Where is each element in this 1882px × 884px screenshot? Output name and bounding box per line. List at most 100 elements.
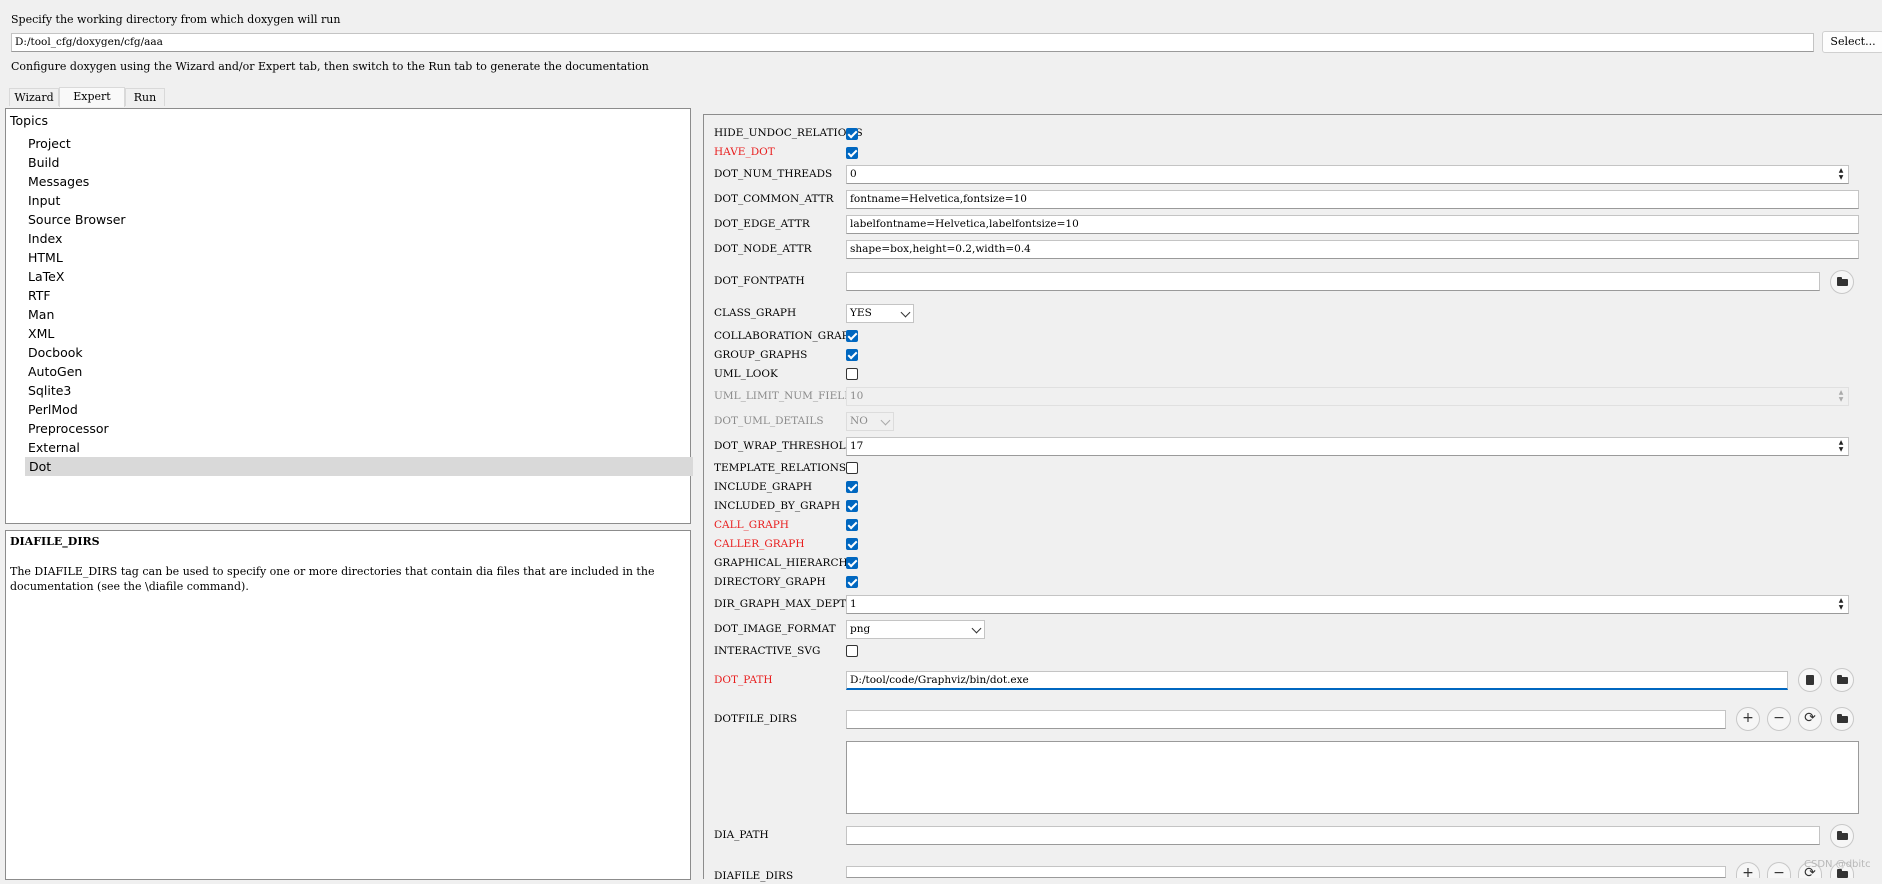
dot-wrap-threshold-label: DOT_WRAP_THRESHOLD	[714, 440, 854, 452]
dot-num-threads-spinbox[interactable]: 0 ▲ ▼	[846, 165, 1849, 184]
dot-path-folder-button[interactable]	[1830, 668, 1854, 692]
topic-man[interactable]: Man	[28, 305, 54, 324]
topic-rtf[interactable]: RTF	[28, 286, 51, 305]
collaboration-graph-label: COLLABORATION_GRAPH	[714, 330, 858, 342]
class-graph-select[interactable]: YES	[846, 304, 914, 323]
dot-edge-attr-label: DOT_EDGE_ATTR	[714, 218, 810, 230]
dir-graph-max-depth-spinbox[interactable]: 1 ▲ ▼	[846, 595, 1849, 614]
tab-run[interactable]: Run	[125, 88, 165, 106]
have-dot-checkbox[interactable]	[846, 147, 858, 159]
class-graph-value: YES	[850, 307, 872, 319]
dot-node-attr-label: DOT_NODE_ATTR	[714, 243, 812, 255]
topic-messages[interactable]: Messages	[28, 172, 89, 191]
diafile-dirs-label: DIAFILE_DIRS	[714, 870, 794, 882]
minus-icon: −	[1773, 865, 1785, 881]
folder-icon	[1837, 869, 1848, 878]
dot-fontpath-input[interactable]	[846, 272, 1820, 291]
diafile-dirs-input[interactable]	[846, 866, 1726, 878]
collaboration-graph-checkbox[interactable]	[846, 330, 858, 342]
tab-wizard[interactable]: Wizard	[9, 88, 59, 106]
dot-node-attr-input[interactable]: shape=box,height=0.2,width=0.4	[846, 240, 1859, 259]
caller-graph-label: CALLER_GRAPH	[714, 538, 805, 550]
dot-fontpath-browse-button[interactable]	[1830, 270, 1854, 294]
uml-look-label: UML_LOOK	[714, 368, 778, 380]
dotfile-dirs-remove-button[interactable]: −	[1767, 707, 1791, 731]
help-text: The DIAFILE_DIRS tag can be used to spec…	[10, 565, 655, 593]
topic-sqlite3[interactable]: Sqlite3	[28, 381, 71, 400]
group-graphs-label: GROUP_GRAPHS	[714, 349, 808, 361]
select-workdir-button[interactable]: Select...	[1822, 31, 1882, 53]
topic-source-browser[interactable]: Source Browser	[28, 210, 126, 229]
spin-arrows-icon: ▲ ▼	[1838, 389, 1844, 403]
topic-xml[interactable]: XML	[28, 324, 54, 343]
topic-autogen[interactable]: AutoGen	[28, 362, 82, 381]
dot-wrap-threshold-spinbox[interactable]: 17 ▲ ▼	[846, 437, 1849, 456]
dot-path-file-button[interactable]	[1798, 668, 1822, 692]
included-by-graph-checkbox[interactable]	[846, 500, 858, 512]
included-by-graph-label: INCLUDED_BY_GRAPH	[714, 500, 841, 512]
template-relations-checkbox[interactable]	[846, 462, 858, 474]
call-graph-checkbox[interactable]	[846, 519, 858, 531]
dot-common-attr-input[interactable]: fontname=Helvetica,fontsize=10	[846, 190, 1859, 209]
graphical-hierarchy-checkbox[interactable]	[846, 557, 858, 569]
spin-arrows-icon[interactable]: ▲ ▼	[1836, 439, 1846, 454]
dot-num-threads-value: 0	[850, 168, 857, 180]
directory-graph-checkbox[interactable]	[846, 576, 858, 588]
uml-look-checkbox[interactable]	[846, 368, 858, 380]
dot-image-format-value: png	[850, 623, 871, 635]
refresh-icon: ⟳	[1804, 710, 1816, 726]
dir-graph-max-depth-value: 1	[850, 598, 857, 610]
hide-undoc-relations-checkbox[interactable]	[846, 128, 858, 140]
folder-icon	[1837, 675, 1848, 684]
topic-input[interactable]: Input	[28, 191, 60, 210]
dot-path-input[interactable]: D:/tool/code/Graphviz/bin/dot.exe	[846, 671, 1788, 690]
interactive-svg-checkbox[interactable]	[846, 645, 858, 657]
spin-arrows-icon[interactable]: ▲ ▼	[1836, 167, 1846, 182]
uml-limit-num-fields-value: 10	[850, 390, 864, 402]
topic-html[interactable]: HTML	[28, 248, 63, 267]
chevron-down-icon	[880, 415, 891, 426]
topic-latex[interactable]: LaTeX	[28, 267, 64, 286]
dot-image-format-select[interactable]: png	[846, 620, 985, 639]
dia-path-browse-button[interactable]	[1830, 824, 1854, 848]
folder-icon	[1837, 831, 1848, 840]
plus-icon: +	[1742, 710, 1754, 726]
dot-num-threads-label: DOT_NUM_THREADS	[714, 168, 833, 180]
directory-graph-label: DIRECTORY_GRAPH	[714, 576, 826, 588]
workdir-input[interactable]: D:/tool_cfg/doxygen/cfg/aaa	[11, 33, 1814, 52]
topic-external[interactable]: External	[28, 438, 80, 457]
dotfile-dirs-input[interactable]	[846, 710, 1726, 729]
dia-path-label: DIA_PATH	[714, 829, 769, 841]
chevron-down-icon	[900, 307, 911, 318]
dotfile-dirs-refresh-button[interactable]: ⟳	[1798, 707, 1822, 731]
topic-build[interactable]: Build	[28, 153, 59, 172]
topic-dot[interactable]: Dot	[25, 457, 693, 476]
watermark: CSDN @dbitc	[1804, 859, 1871, 870]
topic-docbook[interactable]: Docbook	[28, 343, 83, 362]
graphical-hierarchy-label: GRAPHICAL_HIERARCHY	[714, 557, 855, 569]
topic-index[interactable]: Index	[28, 229, 62, 248]
folder-icon	[1837, 714, 1848, 723]
template-relations-label: TEMPLATE_RELATIONS	[714, 462, 847, 474]
dotfile-dirs-browse-button[interactable]	[1830, 707, 1854, 731]
caller-graph-checkbox[interactable]	[846, 538, 858, 550]
dot-image-format-label: DOT_IMAGE_FORMAT	[714, 623, 836, 635]
dot-edge-attr-input[interactable]: labelfontname=Helvetica,labelfontsize=10	[846, 215, 1859, 234]
file-icon	[1806, 675, 1814, 685]
topic-preprocessor[interactable]: Preprocessor	[28, 419, 109, 438]
topic-perlmod[interactable]: PerlMod	[28, 400, 78, 419]
class-graph-label: CLASS_GRAPH	[714, 307, 797, 319]
dia-path-input[interactable]	[846, 826, 1820, 845]
chevron-down-icon	[971, 623, 982, 634]
spin-arrows-icon[interactable]: ▲ ▼	[1836, 597, 1846, 612]
dotfile-dirs-list[interactable]	[846, 741, 1859, 814]
dotfile-dirs-add-button[interactable]: +	[1736, 707, 1760, 731]
dot-fontpath-label: DOT_FONTPATH	[714, 275, 805, 287]
plus-icon: +	[1742, 865, 1754, 881]
dot-common-attr-label: DOT_COMMON_ATTR	[714, 193, 834, 205]
tab-expert[interactable]: Expert	[59, 87, 125, 107]
group-graphs-checkbox[interactable]	[846, 349, 858, 361]
include-graph-checkbox[interactable]	[846, 481, 858, 493]
folder-icon	[1837, 277, 1848, 286]
topic-project[interactable]: Project	[28, 134, 71, 153]
